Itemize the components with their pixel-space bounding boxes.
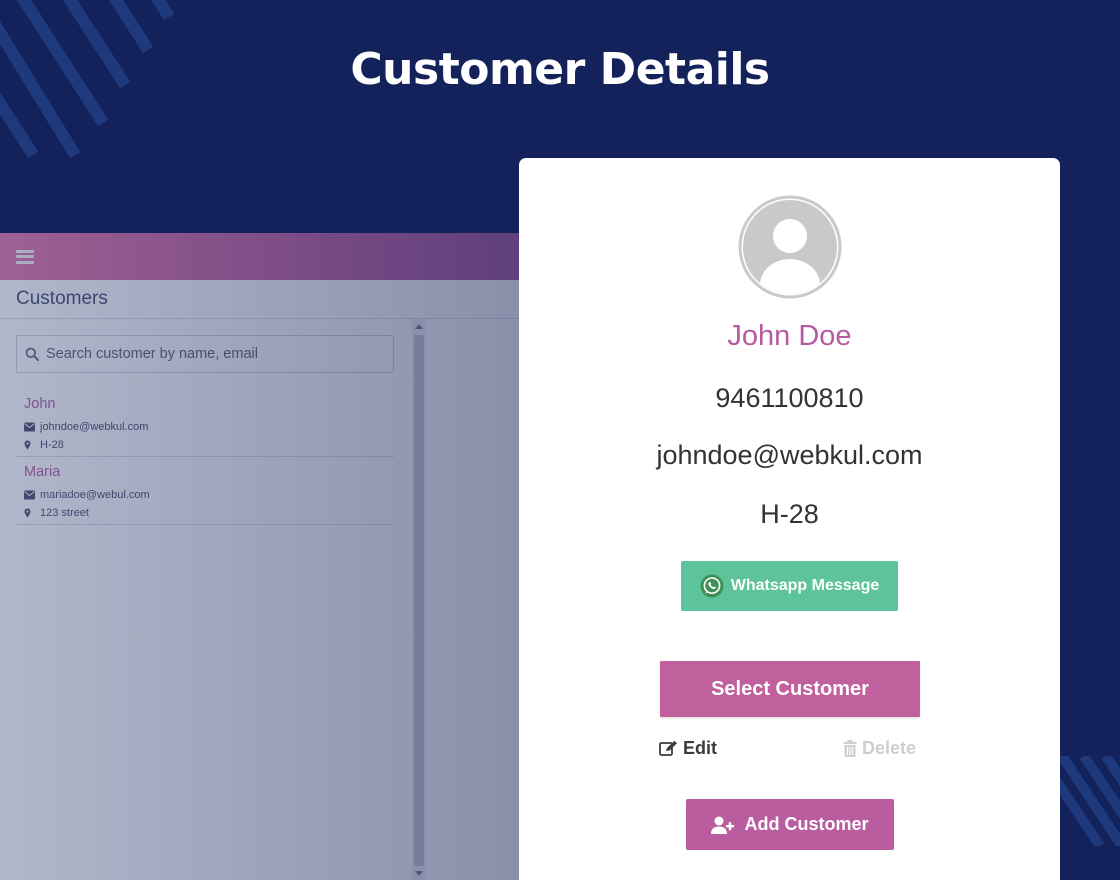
edit-button[interactable]: Edit	[659, 737, 717, 759]
customer-email: mariadoe@webul.com	[40, 489, 150, 501]
user-plus-icon	[711, 816, 735, 834]
customer-fullname: John Doe	[727, 320, 852, 352]
customers-app-window: Customers John johndoe@webkul.com	[0, 233, 520, 880]
select-customer-button[interactable]: Select Customer	[660, 661, 920, 717]
edit-icon	[659, 740, 677, 756]
envelope-icon	[24, 422, 35, 432]
whatsapp-button-label: Whatsapp Message	[730, 577, 880, 594]
trash-icon	[843, 739, 857, 757]
edit-label: Edit	[683, 737, 717, 758]
customer-email-line: johndoe@webkul.com	[24, 418, 394, 436]
search-box[interactable]	[16, 335, 394, 373]
scroll-thumb[interactable]	[414, 335, 424, 866]
delete-button[interactable]: Delete	[843, 737, 916, 759]
customer-email-line: mariadoe@webul.com	[24, 486, 394, 504]
search-input[interactable]	[46, 346, 376, 362]
map-marker-icon	[24, 440, 31, 450]
customer-email: johndoe@webkul.com	[40, 421, 149, 433]
customer-address: H-28	[760, 499, 819, 529]
add-customer-label: Add Customer	[744, 814, 869, 834]
delete-label: Delete	[862, 737, 917, 758]
scroll-down-arrow-icon[interactable]	[415, 871, 423, 876]
search-icon	[25, 347, 39, 361]
customer-address-line: H-28	[24, 436, 394, 454]
list-item[interactable]: Maria mariadoe@webul.com 123 street	[16, 457, 394, 525]
app-heading: Customers	[16, 288, 108, 309]
envelope-icon	[24, 490, 35, 500]
customer-address-line: 123 street	[24, 504, 394, 522]
customer-email: johndoe@webkul.com	[656, 440, 923, 470]
customer-name: John	[24, 396, 56, 412]
app-heading-bar: Customers	[0, 280, 520, 319]
page-title: Customer Details	[350, 44, 770, 95]
user-avatar-icon	[738, 195, 842, 299]
whatsapp-icon	[700, 574, 724, 598]
whatsapp-message-button[interactable]: Whatsapp Message	[681, 561, 898, 611]
customer-list-pane: John johndoe@webkul.com H-28	[0, 319, 412, 880]
customer-details-card: John Doe 9461100810 johndoe@webkul.com H…	[519, 158, 1060, 880]
list-scrollbar[interactable]	[412, 319, 426, 880]
hamburger-icon[interactable]	[16, 249, 34, 264]
customer-phone: 9461100810	[715, 383, 864, 413]
customer-address: H-28	[40, 439, 64, 451]
customer-list: John johndoe@webkul.com H-28 Maria maria…	[16, 389, 394, 525]
add-customer-button[interactable]: Add Customer	[686, 799, 894, 850]
scroll-up-arrow-icon[interactable]	[415, 324, 423, 329]
customer-name: Maria	[24, 464, 61, 480]
app-topbar	[0, 233, 520, 280]
map-marker-icon	[24, 508, 31, 518]
customer-address: 123 street	[40, 507, 89, 519]
list-item[interactable]: John johndoe@webkul.com H-28	[16, 389, 394, 457]
